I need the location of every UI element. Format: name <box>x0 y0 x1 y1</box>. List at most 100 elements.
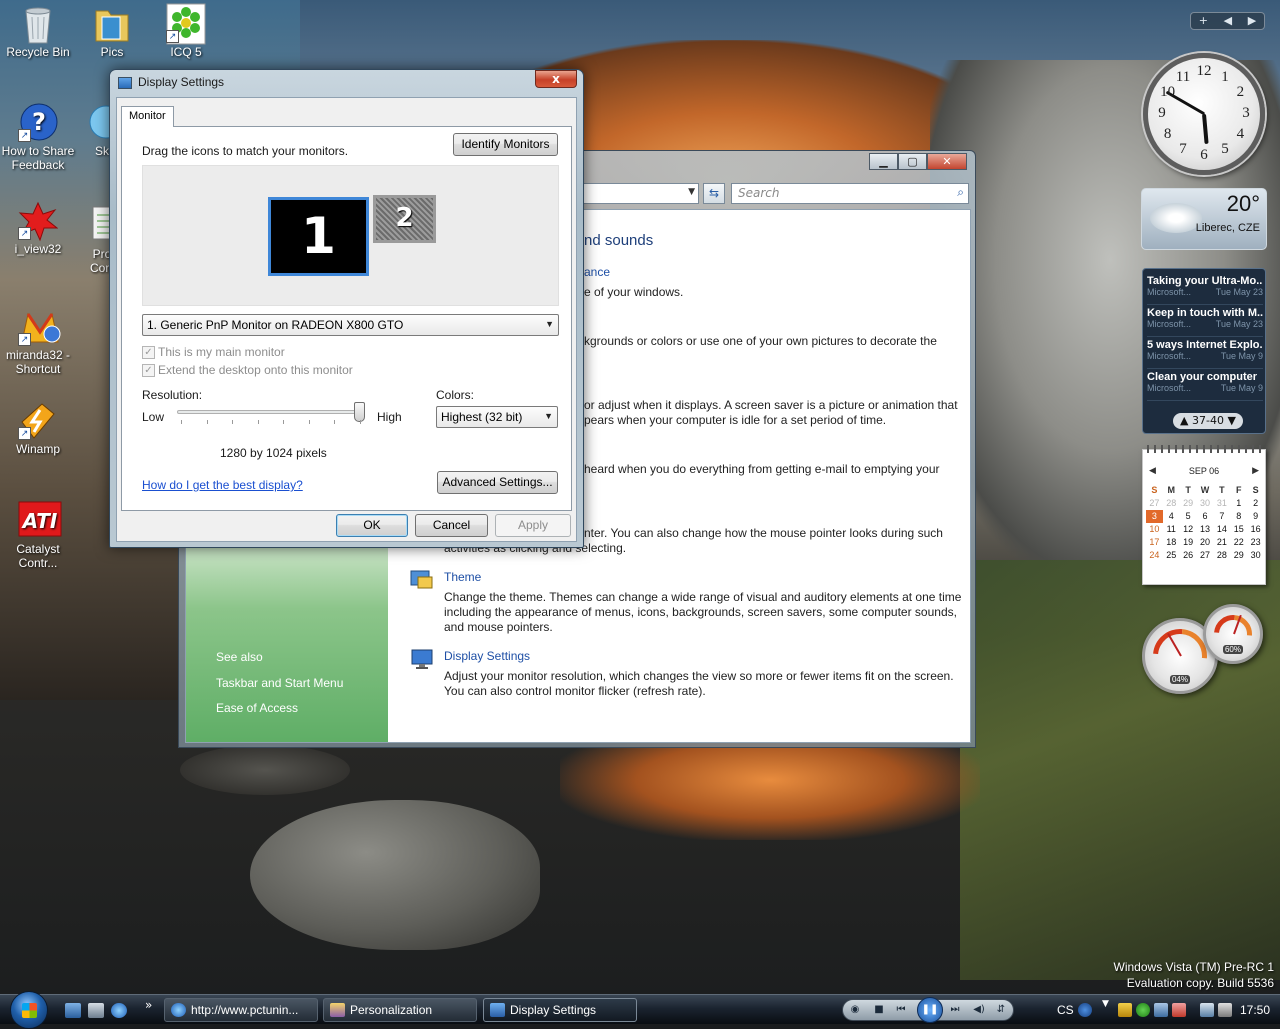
icq-tray-icon[interactable] <box>1136 1003 1150 1017</box>
restore-player-icon[interactable]: ⇵ <box>993 1003 1009 1017</box>
calendar-today[interactable]: 3 <box>1146 510 1163 523</box>
calendar-day[interactable]: 25 <box>1163 549 1180 562</box>
refresh-button[interactable]: ⇆ <box>703 183 725 204</box>
calendar-day[interactable]: 9 <box>1247 510 1264 523</box>
close-button[interactable]: x <box>535 70 577 88</box>
calendar-day[interactable]: 26 <box>1180 549 1197 562</box>
calendar-day[interactable]: 5 <box>1180 510 1197 523</box>
calendar-day[interactable]: 14 <box>1213 523 1230 536</box>
previous-track-icon[interactable]: ⏮ <box>893 1003 909 1017</box>
switch-windows-icon[interactable] <box>88 1003 104 1018</box>
desktop-icon-miranda[interactable]: ↗ miranda32 - Shortcut <box>0 306 76 376</box>
ok-button[interactable]: OK <box>336 514 408 537</box>
feed-item[interactable]: 5 ways Internet Explo... Microsoft... Tue… <box>1147 339 1263 369</box>
volume-icon[interactable]: ◀) <box>971 1003 987 1017</box>
desktop-icon-catalyst[interactable]: ATI Catalyst Contr... <box>0 500 76 570</box>
memory-meter-gadget[interactable]: 60% <box>1203 604 1263 664</box>
item-title-theme[interactable]: Theme <box>444 570 481 584</box>
desktop-icon-share-feedback[interactable]: ? ↗ How to Share Feedback <box>0 102 76 172</box>
calendar-day[interactable]: 30 <box>1197 497 1214 510</box>
best-display-help-link[interactable]: How do I get the best display? <box>142 478 303 492</box>
calendar-day[interactable]: 30 <box>1247 549 1264 562</box>
apply-button[interactable]: Apply <box>495 514 571 537</box>
calendar-day[interactable]: 23 <box>1247 536 1264 549</box>
advanced-settings-button[interactable]: Advanced Settings... <box>437 471 558 494</box>
desktop-icon-recycle-bin[interactable]: Recycle Bin <box>0 3 76 59</box>
desktop-icon-icq[interactable]: ↗ ICQ 5 <box>148 3 224 59</box>
calendar-day[interactable]: 17 <box>1146 536 1163 549</box>
maximize-button[interactable]: ▢ <box>898 153 927 170</box>
cancel-button[interactable]: Cancel <box>415 514 488 537</box>
clock-gadget[interactable]: 12 1 2 3 4 5 6 7 8 9 10 11 <box>1143 53 1265 175</box>
chevron-down-icon[interactable]: ▼ <box>1227 414 1235 427</box>
chevron-up-icon[interactable]: ▲ <box>1180 414 1188 427</box>
calendar-day[interactable]: 22 <box>1230 536 1247 549</box>
monitor-select[interactable]: 1. Generic PnP Monitor on RADEON X800 GT… <box>142 314 559 336</box>
display-settings-dialog[interactable]: Display Settings x Monitor Drag the icon… <box>109 69 584 548</box>
stop-icon[interactable]: ■ <box>871 1003 887 1017</box>
calendar-day[interactable]: 27 <box>1146 497 1163 510</box>
show-desktop-icon[interactable] <box>65 1003 81 1018</box>
monitor-1-tile[interactable]: 1 <box>268 197 369 276</box>
resolution-slider-track[interactable] <box>177 410 364 414</box>
calendar-gadget[interactable]: ◀ SEP 06 ▶ S M T W T F S 27 28 29 30 31 1 2 3 4 5 6 7 8 9 10 1… <box>1142 445 1266 585</box>
quicklaunch-overflow-icon[interactable]: » <box>145 998 152 1012</box>
speaker-icon[interactable] <box>1218 1003 1232 1017</box>
colors-select[interactable]: Highest (32 bit) ▼ <box>436 406 558 428</box>
tray-expand-icon[interactable]: ▼ <box>1102 999 1109 1009</box>
identify-monitors-button[interactable]: Identify Monitors <box>453 133 558 156</box>
calendar-day[interactable]: 16 <box>1247 523 1264 536</box>
internet-explorer-icon[interactable] <box>111 1003 127 1018</box>
taskbar-button-ie[interactable]: http://www.pctunin... <box>164 998 318 1022</box>
calendar-day[interactable]: 11 <box>1163 523 1180 536</box>
address-bar[interactable]: ▼ <box>579 183 699 204</box>
calendar-day[interactable]: 20 <box>1197 536 1214 549</box>
taskbar-button-personalization[interactable]: Personalization <box>323 998 477 1022</box>
feed-pager[interactable]: ▲ 37-40 ▼ <box>1173 413 1243 429</box>
link-taskbar-start-menu[interactable]: Taskbar and Start Menu <box>216 676 343 690</box>
resolution-slider-thumb[interactable] <box>354 402 365 422</box>
desktop-icon-pro-comp[interactable]: Pro Comp <box>74 205 114 275</box>
help-icon[interactable] <box>1078 1003 1092 1017</box>
calendar-day[interactable]: 15 <box>1230 523 1247 536</box>
calendar-next-icon[interactable]: ▶ <box>1252 466 1259 476</box>
calendar-day[interactable]: 28 <box>1163 497 1180 510</box>
calendar-day[interactable]: 2 <box>1247 497 1264 510</box>
tab-monitor[interactable]: Monitor <box>121 106 174 127</box>
start-button[interactable] <box>10 991 48 1029</box>
tray-app-icon[interactable] <box>1154 1003 1168 1017</box>
calendar-day[interactable]: 29 <box>1230 549 1247 562</box>
desktop-icon-winamp[interactable]: ↗ Winamp <box>0 400 76 456</box>
calendar-day[interactable]: 29 <box>1180 497 1197 510</box>
taskbar-button-display-settings[interactable]: Display Settings <box>483 998 637 1022</box>
desktop-icon-sk[interactable]: Sk <box>74 102 114 158</box>
calendar-day[interactable]: 21 <box>1213 536 1230 549</box>
calendar-day[interactable]: 6 <box>1197 510 1214 523</box>
feed-item[interactable]: Clean your computer Microsoft... Tue May … <box>1147 371 1263 401</box>
tray-app-icon[interactable] <box>1172 1003 1186 1017</box>
calendar-day[interactable]: 7 <box>1213 510 1230 523</box>
tray-app-icon[interactable] <box>1118 1003 1132 1017</box>
desktop-icon-pics[interactable]: Pics <box>74 3 150 59</box>
dialog-titlebar[interactable]: Display Settings x <box>110 70 583 96</box>
calendar-day[interactable]: 12 <box>1180 523 1197 536</box>
close-button[interactable]: ✕ <box>927 153 967 170</box>
calendar-day[interactable]: 19 <box>1180 536 1197 549</box>
extend-desktop-checkbox[interactable]: ✓ <box>142 364 155 377</box>
calendar-day[interactable]: 31 <box>1213 497 1230 510</box>
previous-gadget-button[interactable]: ◀ <box>1224 13 1232 29</box>
calendar-day[interactable]: 13 <box>1197 523 1214 536</box>
main-monitor-checkbox[interactable]: ✓ <box>142 346 155 359</box>
system-clock[interactable]: 17:50 <box>1240 995 1270 1025</box>
calendar-day[interactable]: 28 <box>1213 549 1230 562</box>
next-gadget-button[interactable]: ▶ <box>1248 13 1256 29</box>
calendar-day[interactable]: 24 <box>1146 549 1163 562</box>
calendar-day[interactable]: 1 <box>1230 497 1247 510</box>
desktop-icon-iview[interactable]: ↗ i_view32 <box>0 200 76 256</box>
network-icon[interactable] <box>1200 1003 1214 1017</box>
item-title-display-settings[interactable]: Display Settings <box>444 649 530 663</box>
calendar-day[interactable]: 27 <box>1197 549 1214 562</box>
calendar-day[interactable]: 4 <box>1163 510 1180 523</box>
add-gadget-button[interactable]: + <box>1199 13 1208 29</box>
pause-button[interactable]: ❚❚ <box>917 997 943 1023</box>
